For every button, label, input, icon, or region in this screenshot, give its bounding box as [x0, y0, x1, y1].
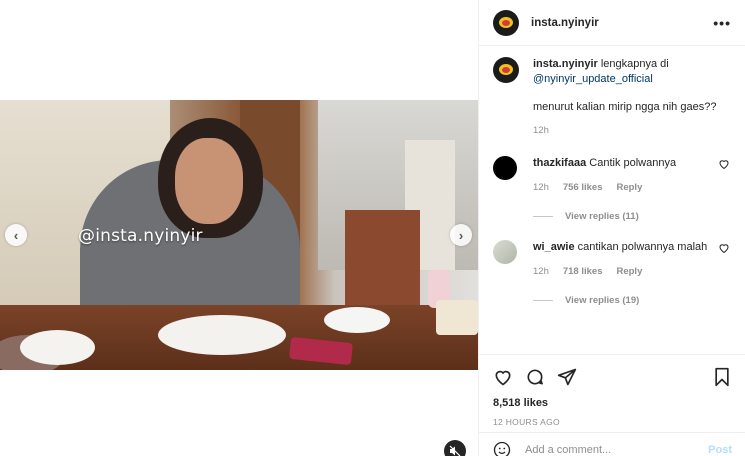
author-username[interactable]: insta.nyinyir: [531, 17, 599, 29]
muted-speaker-icon: [449, 445, 461, 456]
chevron-right-icon: ›: [458, 227, 464, 243]
comment-icon[interactable]: [525, 367, 545, 387]
caption-mention-link[interactable]: @nyinyir_update_official: [533, 72, 716, 87]
author-avatar[interactable]: [493, 9, 519, 36]
comment-username[interactable]: thazkifaaa: [533, 157, 586, 169]
caption-avatar[interactable]: [493, 57, 519, 83]
next-media-button[interactable]: ›: [450, 224, 472, 246]
comment-username[interactable]: wi_awie: [533, 241, 575, 253]
comment-text: cantikan polwannya malah: [574, 241, 708, 253]
comments-list[interactable]: insta.nyinyir lengkapnya di @nyinyir_upd…: [479, 57, 745, 353]
post-photo[interactable]: @insta.nyinyir: [0, 100, 478, 370]
post-media: @insta.nyinyir ‹ ›: [0, 0, 478, 456]
caption-question: menurut kalian mirip ngga nih gaes??: [533, 101, 717, 113]
heart-icon[interactable]: [718, 242, 730, 254]
comment-likes[interactable]: 756 likes: [563, 180, 603, 195]
post-header: insta.nyinyir •••: [479, 0, 745, 46]
add-comment-bar: Add a comment... Post: [479, 432, 745, 456]
view-replies-label: View replies (19): [565, 295, 640, 306]
post-sidebar: insta.nyinyir ••• insta.nyinyir lengkapn…: [478, 0, 745, 456]
heart-icon[interactable]: [493, 367, 513, 387]
mute-button[interactable]: [444, 440, 466, 456]
reply-button[interactable]: Reply: [616, 264, 642, 279]
comment-input[interactable]: Add a comment...: [525, 444, 611, 456]
view-replies-button[interactable]: View replies (19): [533, 295, 732, 306]
comment-item: wi_awie cantikan polwannya malah 12h 718…: [493, 240, 732, 279]
photo-watermark: @insta.nyinyir: [78, 226, 203, 246]
comment-text: Cantik polwannya: [586, 157, 677, 169]
heart-icon[interactable]: [718, 158, 730, 170]
caption-timestamp[interactable]: 12h: [533, 123, 716, 138]
reply-button[interactable]: Reply: [616, 180, 642, 195]
smiley-icon[interactable]: [493, 441, 511, 456]
likes-count[interactable]: 8,518 likes: [493, 397, 732, 409]
post-date[interactable]: 12 HOURS AGO: [493, 417, 732, 427]
comment-avatar[interactable]: [493, 156, 517, 180]
view-replies-button[interactable]: View replies (11): [533, 211, 732, 222]
more-options-button[interactable]: •••: [713, 15, 731, 31]
bookmark-icon[interactable]: [712, 367, 732, 387]
previous-media-button[interactable]: ‹: [5, 224, 27, 246]
caption-username[interactable]: insta.nyinyir: [533, 58, 598, 70]
caption-text: lengkapnya di: [597, 58, 669, 70]
comment-item: thazkifaaa Cantik polwannya 12h 756 like…: [493, 156, 732, 195]
paper-plane-icon[interactable]: [557, 367, 577, 387]
caption: insta.nyinyir lengkapnya di @nyinyir_upd…: [493, 57, 732, 138]
post-comment-button[interactable]: Post: [708, 444, 732, 456]
comment-timestamp[interactable]: 12h: [533, 264, 549, 279]
post-actions: 8,518 likes 12 HOURS AGO: [479, 354, 745, 427]
comment-likes[interactable]: 718 likes: [563, 264, 603, 279]
view-replies-label: View replies (11): [565, 211, 639, 222]
more-horizontal-icon: •••: [713, 14, 731, 31]
comment-timestamp[interactable]: 12h: [533, 180, 549, 195]
chevron-left-icon: ‹: [13, 227, 19, 243]
comment-avatar[interactable]: [493, 240, 517, 264]
